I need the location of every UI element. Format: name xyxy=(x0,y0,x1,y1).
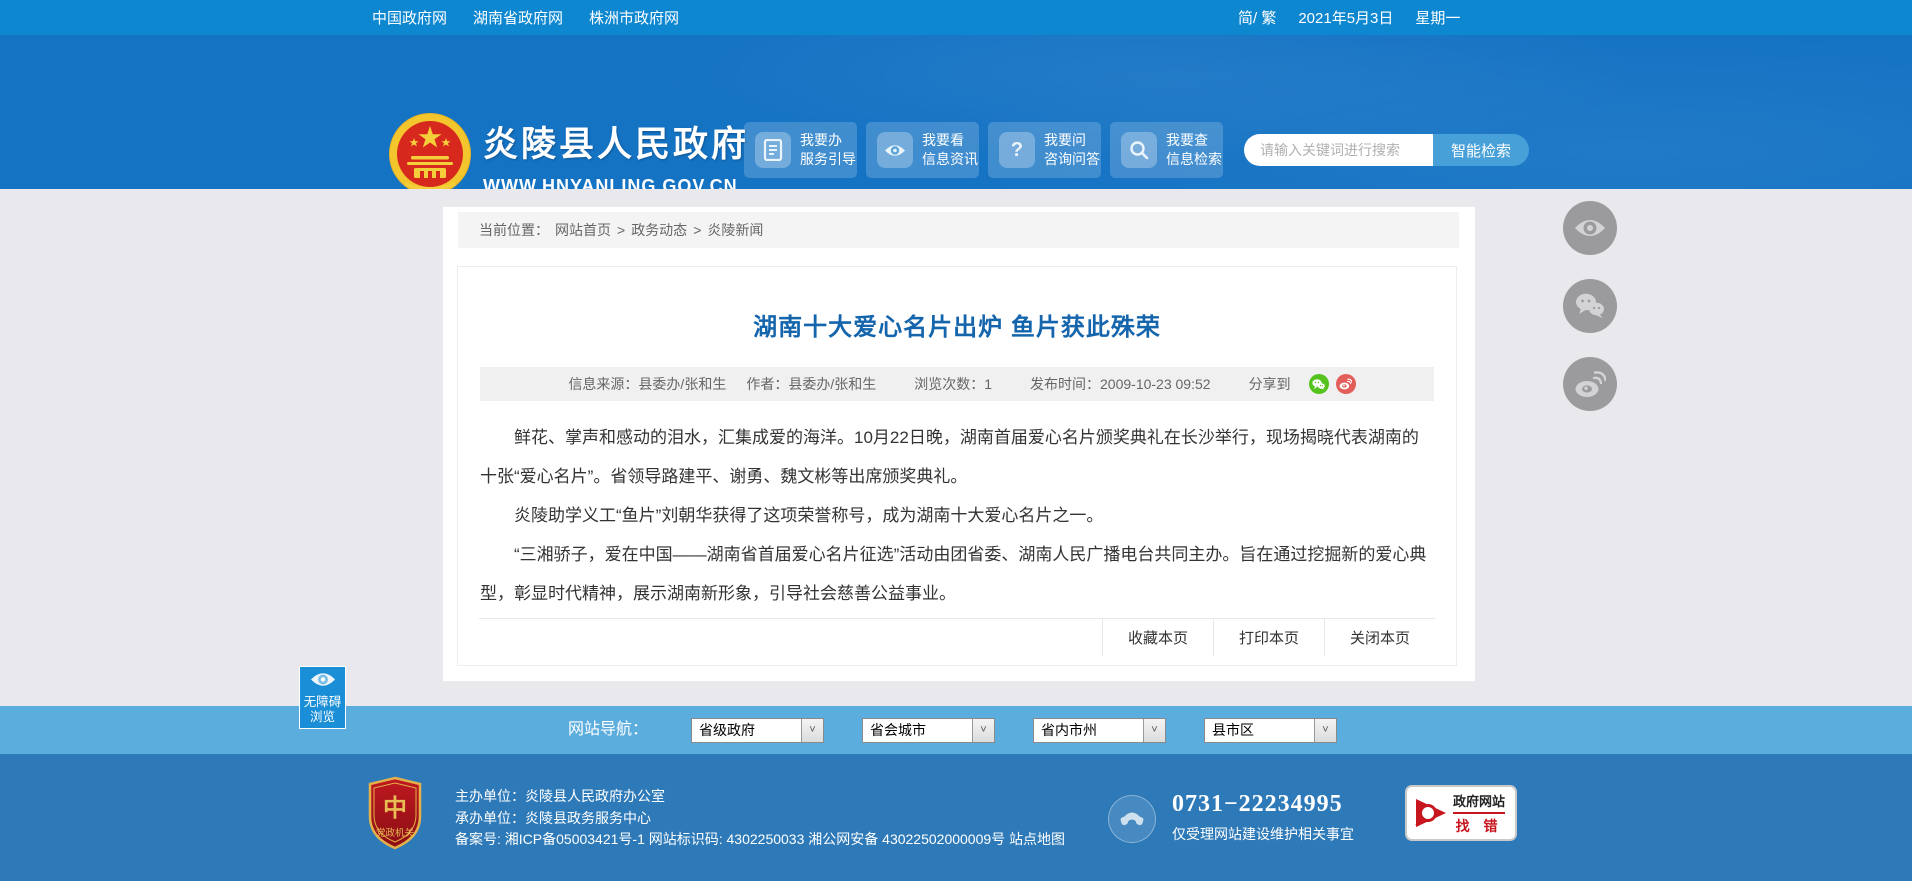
weibo-icon xyxy=(1575,371,1606,397)
breadcrumb-current: 炎陵新闻 xyxy=(707,222,764,238)
share-label: 分享到 xyxy=(1248,376,1291,392)
button-label: 我要问 咨询问答 xyxy=(1044,132,1100,167)
article-container: 湖南十大爱心名片出炉 鱼片获此殊荣 信息来源：县委办/张和生 作者：县委办/张和… xyxy=(457,266,1457,666)
site-search: 智能检索 xyxy=(1244,134,1529,166)
meta-source: 信息来源：县委办/张和生 xyxy=(568,376,727,392)
eye-icon xyxy=(310,673,335,686)
error-finder-icon xyxy=(1415,799,1446,827)
svg-text:中: 中 xyxy=(383,795,407,822)
button-label: 我要看 信息资讯 xyxy=(922,132,978,167)
chevron-down-icon: ˅ xyxy=(972,719,994,742)
lang-toggle[interactable]: 简/ 繁 xyxy=(1238,7,1276,28)
smart-search-button[interactable]: 智能检索 xyxy=(1433,134,1529,166)
current-date: 2021年5月3日 xyxy=(1298,10,1394,27)
article-paragraph: “三湘骄子，爱在中国——湖南省首届爱心名片征选”活动由团省委、湖南人民广播电台共… xyxy=(480,545,1427,604)
select-county-districts[interactable]: 县市区 ˅ xyxy=(1204,718,1337,743)
eye-icon xyxy=(877,132,913,168)
content-box: 当前位置： 网站首页 > 政务动态 > 炎陵新闻 湖南十大爱心名片出炉 鱼片获此… xyxy=(443,207,1475,681)
article-paragraph: 炎陵助学义工“鱼片”刘朝华获得了这项荣誉称号，成为湖南十大爱心名片之一。 xyxy=(514,506,1104,526)
article-meta-bar: 信息来源：县委办/张和生 作者：县委办/张和生 浏览次数：1 发布时间：2009… xyxy=(480,367,1434,401)
quick-service-buttons: 我要办 服务引导 我要看 信息资讯 ? 我要问 咨询问答 我要查 信息检索 xyxy=(744,122,1223,178)
phone-icon xyxy=(1108,795,1156,843)
footer-info: 主办单位：炎陵县人民政府办公室 承办单位：炎陵县政务服务中心 备案号: 湘ICP… xyxy=(455,786,1065,851)
select-capital-cities[interactable]: 省会城市 ˅ xyxy=(862,718,995,743)
share-icons xyxy=(1308,374,1356,394)
print-page-button[interactable]: 打印本页 xyxy=(1212,619,1324,656)
eye-float-button[interactable] xyxy=(1563,201,1617,255)
magnifier-icon xyxy=(1121,132,1157,168)
meta-publish-time: 发布时间：2009-10-23 09:52 xyxy=(1030,376,1211,392)
site-nav-label: 网站导航： xyxy=(568,721,649,738)
button-info-news[interactable]: 我要看 信息资讯 xyxy=(866,122,979,178)
button-ask-qa[interactable]: ? 我要问 咨询问答 xyxy=(988,122,1101,178)
breadcrumb: 当前位置： 网站首页 > 政务动态 > 炎陵新闻 xyxy=(458,212,1459,248)
wechat-share-icon[interactable] xyxy=(1308,374,1329,394)
footer-undertaker: 承办单位：炎陵县政务服务中心 xyxy=(455,809,651,826)
close-page-button[interactable]: 关闭本页 xyxy=(1323,619,1435,656)
site-logo[interactable]: 炎陵县人民政府 WWW.HNYANLING.GOV.CN xyxy=(387,110,749,200)
button-label: 我要办 服务引导 xyxy=(800,132,856,167)
topbar-links: 中国政府网 湖南省政府网 株洲市政府网 xyxy=(372,0,679,35)
weibo-float-button[interactable] xyxy=(1563,357,1617,411)
document-icon xyxy=(755,132,791,168)
wechat-float-button[interactable] xyxy=(1563,279,1617,333)
question-icon: ? xyxy=(999,132,1035,168)
site-title-block: 炎陵县人民政府 WWW.HNYANLING.GOV.CN xyxy=(483,110,749,200)
chevron-down-icon: ˅ xyxy=(1143,719,1165,742)
article-actions: 收藏本页 打印本页 关闭本页 xyxy=(479,618,1435,656)
top-bar: 中国政府网 湖南省政府网 株洲市政府网 简/ 繁 2021年5月3日 星期一 xyxy=(0,0,1912,35)
breadcrumb-label: 当前位置： xyxy=(479,222,549,238)
select-provincial-gov[interactable]: 省级政府 ˅ xyxy=(691,718,824,743)
link-hunan-gov[interactable]: 湖南省政府网 xyxy=(473,7,563,28)
chevron-down-icon: ˅ xyxy=(1314,719,1336,742)
wechat-icon xyxy=(1576,293,1604,318)
accessibility-label: 无障碍 浏览 xyxy=(303,695,342,724)
search-input[interactable] xyxy=(1244,134,1433,166)
button-label: 我要查 信息检索 xyxy=(1166,132,1222,167)
button-search-info[interactable]: 我要查 信息检索 xyxy=(1110,122,1223,178)
select-province-cities[interactable]: 省内市州 ˅ xyxy=(1033,718,1166,743)
current-weekday: 星期一 xyxy=(1415,10,1461,27)
topbar-meta: 简/ 繁 2021年5月3日 星期一 xyxy=(1238,0,1460,35)
error-badge-text: 政府网站 找 错 xyxy=(1453,791,1506,836)
footer-phone-note: 仅受理网站建设维护相关事宜 xyxy=(1172,826,1354,842)
footer-icp: 备案号: 湘ICP备05003421号-1 网站标识码: 4302250033 … xyxy=(455,831,1006,847)
footer-organizer: 主办单位：炎陵县人民政府办公室 xyxy=(455,788,665,804)
weibo-share-icon[interactable] xyxy=(1335,374,1356,394)
bookmark-page-button[interactable]: 收藏本页 xyxy=(1101,619,1213,656)
link-china-gov[interactable]: 中国政府网 xyxy=(372,7,447,28)
site-nav-band: 网站导航： 省级政府 ˅ 省会城市 ˅ 省内市州 ˅ 县市区 ˅ xyxy=(0,706,1912,754)
article-paragraph: 鲜花、掌声和感动的泪水，汇集成爱的海洋。10月22日晚，湖南首届爱心名片颁奖典礼… xyxy=(480,428,1419,487)
breadcrumb-home[interactable]: 网站首页 xyxy=(555,220,611,240)
page: 中国政府网 湖南省政府网 株洲市政府网 简/ 繁 2021年5月3日 星期一 炎… xyxy=(0,0,1912,881)
link-zhuzhou-gov[interactable]: 株洲市政府网 xyxy=(589,7,679,28)
site-header: 炎陵县人民政府 WWW.HNYANLING.GOV.CN 我要办 服务引导 我要看… xyxy=(0,35,1912,196)
chevron-down-icon: ˅ xyxy=(801,719,823,742)
meta-views: 浏览次数：1 xyxy=(914,376,993,392)
footer-phone-number: 0731−22234995 xyxy=(1172,791,1343,817)
site-footer: 中 党政机关 主办单位：炎陵县人民政府办公室 承办单位：炎陵县政务服务中心 备案… xyxy=(0,754,1912,881)
site-name: 炎陵县人民政府 xyxy=(483,125,750,164)
accessibility-browse-button[interactable]: 无障碍 浏览 xyxy=(299,666,346,729)
sitemap-link[interactable]: 站点地图 xyxy=(1009,831,1065,847)
breadcrumb-section[interactable]: 政务动态 xyxy=(631,220,687,240)
breadcrumb-separator: > xyxy=(617,222,626,238)
gov-site-error-report-badge[interactable]: 政府网站 找 错 xyxy=(1405,785,1517,841)
eye-icon xyxy=(1575,220,1605,236)
party-gov-badge-icon[interactable]: 中 党政机关 xyxy=(366,776,424,850)
meta-author: 作者：县委办/张和生 xyxy=(746,376,877,392)
article-body: 鲜花、掌声和感动的泪水，汇集成爱的海洋。10月22日晚，湖南首届爱心名片颁奖典礼… xyxy=(480,418,1434,613)
breadcrumb-separator: > xyxy=(693,222,702,238)
article-title: 湖南十大爱心名片出炉 鱼片获此殊荣 xyxy=(753,314,1161,341)
button-service-guide[interactable]: 我要办 服务引导 xyxy=(744,122,857,178)
national-emblem-icon xyxy=(389,113,471,195)
footer-icp-line: 备案号: 湘ICP备05003421号-1 网站标识码: 4302250033 … xyxy=(455,829,1065,851)
svg-text:党政机关: 党政机关 xyxy=(376,827,415,839)
